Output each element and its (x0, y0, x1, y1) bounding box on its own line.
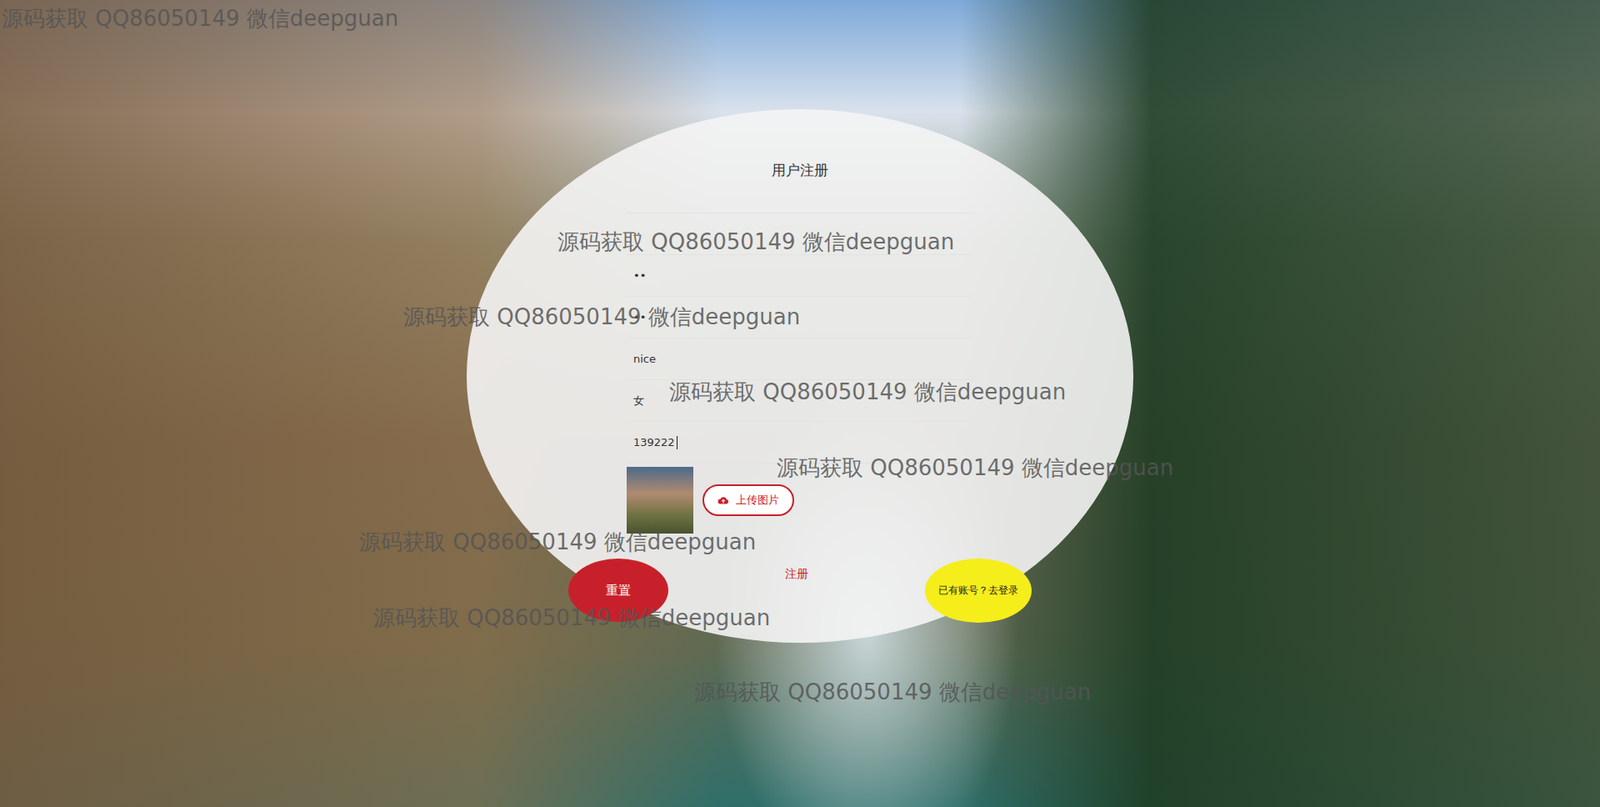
watermark: 源码获取 QQ86050149 微信deepguan (557, 228, 955, 255)
register-page: 用户注册··••••nice女139222上传图片重置注册已有账号？去登录源码获… (0, 0, 1600, 807)
field-value: ·· (633, 227, 640, 240)
field-value: 女 (633, 393, 645, 409)
text-caret (676, 435, 678, 450)
watermark: 源码获取 QQ86050149 微信deepguan (359, 528, 756, 555)
upload-button[interactable]: 上传图片 (702, 484, 795, 516)
field-value: •• (633, 310, 646, 324)
form-fields: ·· •• •• nice 女 139222 (626, 212, 974, 464)
form-field[interactable]: •• (626, 255, 974, 297)
field-value: 139222 (633, 435, 675, 449)
avatar-row: 上传图片 (626, 466, 974, 534)
register-panel: 用户注册 ·· •• •• nice 女 139222 上传图片重置 注册 已有账号？去登录 (466, 109, 1134, 643)
action-row: 重置 注册 已有账号？去登录 (568, 558, 1032, 623)
form-field[interactable]: 139222 (626, 421, 974, 464)
register-button[interactable]: 注册 (780, 565, 814, 584)
watermark: 源码获取 QQ86050149 微信deepguan (403, 303, 800, 330)
form-field[interactable]: ·· (626, 213, 974, 255)
login-link[interactable]: 已有账号？去登录 (925, 558, 1032, 623)
form-field[interactable]: •• (626, 296, 974, 339)
watermark: 源码获取 QQ86050149 微信deepguan (669, 378, 1066, 405)
field-value: •• (633, 269, 646, 282)
watermark: 源码获取 QQ86050149 微信deepguan (776, 454, 1174, 481)
form-field[interactable]: nice (626, 338, 974, 380)
upload-label: 上传图片 (735, 492, 780, 508)
reset-button[interactable]: 重置 (568, 558, 669, 622)
avatar-image (626, 466, 694, 534)
watermark: 源码获取 QQ86050149 微信deepguan (1, 5, 399, 32)
form-field[interactable]: 女 (626, 380, 974, 422)
watermark: 源码获取 QQ86050149 微信deepguan (694, 678, 1091, 705)
cloud-upload-icon (717, 495, 730, 505)
panel-title: 用户注册 (771, 160, 829, 180)
watermark: 源码获取 QQ86050149 微信deepguan (373, 604, 770, 631)
field-value: nice (633, 352, 656, 365)
